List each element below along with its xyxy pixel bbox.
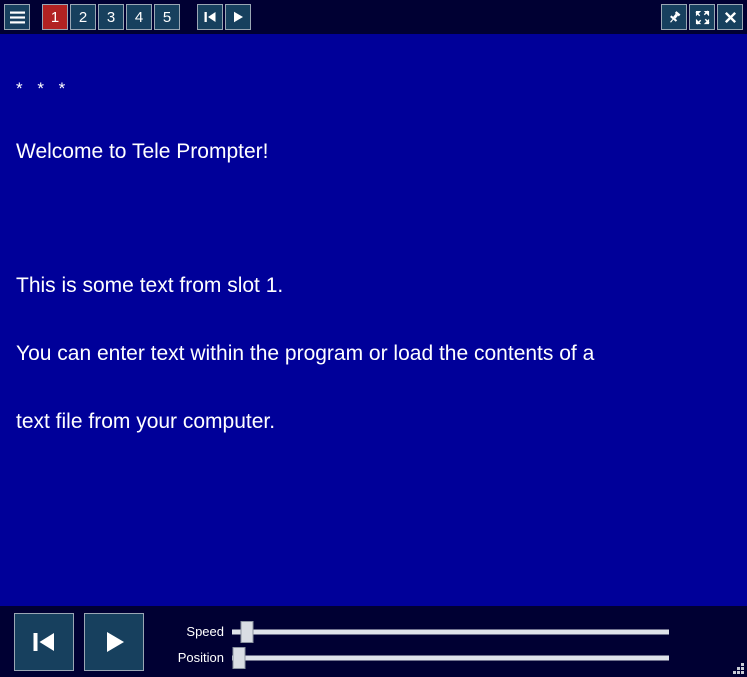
play-icon [99,628,129,656]
skip-to-start-icon [203,10,217,24]
speed-slider[interactable] [232,620,669,643]
position-slider-label: Position [177,650,224,665]
fullscreen-button[interactable] [689,4,715,30]
hamburger-menu-icon [9,11,25,24]
slider-group: Speed Position [172,613,737,671]
slot-button-5[interactable]: 5 [154,4,180,30]
resize-grip-icon[interactable] [730,660,744,674]
play-icon [231,10,245,24]
bottom-control-bar: Speed Position [0,606,747,677]
rewind-to-start-button[interactable] [197,4,223,30]
slot-button-1[interactable]: 1 [42,4,68,30]
prompter-line-1: This is some text from slot 1. [16,274,284,297]
slot-button-3[interactable]: 3 [98,4,124,30]
fullscreen-expand-icon [695,10,710,25]
skip-to-start-icon [29,628,59,656]
speed-slider-track[interactable] [232,629,669,634]
position-slider-track[interactable] [232,655,669,660]
position-slider-thumb[interactable] [232,646,245,669]
speed-slider-thumb[interactable] [240,620,254,643]
speed-slider-row: Speed [172,619,737,645]
slot-button-2[interactable]: 2 [70,4,96,30]
pin-on-top-button[interactable] [661,4,687,30]
prompter-line-3: text file from your computer. [16,410,276,433]
tele-prompter-window: 1 2 3 4 5 * * * Welcome to Tele Prompter… [0,0,747,677]
play-button-main[interactable] [84,612,144,671]
speed-slider-label: Speed [186,624,224,639]
toolbar-window-group [661,4,743,30]
prompter-line-separator: * * * [16,79,71,98]
pin-icon [667,10,682,25]
close-x-icon [723,10,738,25]
prompter-line-heading: Welcome to Tele Prompter! [16,140,269,163]
slot-button-4[interactable]: 4 [126,4,152,30]
position-slider-row: Position [172,645,737,671]
prompter-line-blank [16,204,731,234]
prompter-display-area[interactable]: * * * Welcome to Tele Prompter! This is … [0,34,747,606]
close-button[interactable] [717,4,743,30]
top-toolbar: 1 2 3 4 5 [0,0,747,34]
play-button-toolbar[interactable] [225,4,251,30]
prompter-line-2: You can enter text within the program or… [16,342,595,365]
hamburger-menu-button[interactable] [4,4,30,30]
prompter-text-content: * * * Welcome to Tele Prompter! This is … [16,42,731,474]
restart-button[interactable] [14,612,74,671]
position-slider[interactable] [232,646,669,669]
toolbar-left-group: 1 2 3 4 5 [4,4,251,30]
